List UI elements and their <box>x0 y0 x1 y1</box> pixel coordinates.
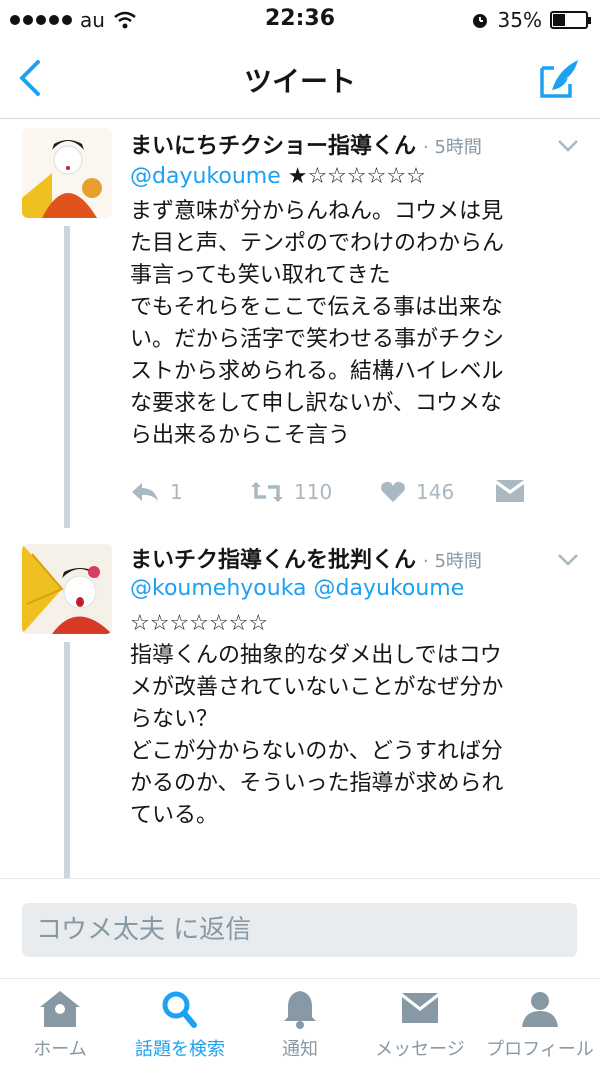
star-rating: ☆☆☆☆☆☆☆ <box>130 611 269 636</box>
page-title: ツイート <box>243 65 356 98</box>
chevron-down-icon[interactable] <box>556 552 580 568</box>
tab-label: 通知 <box>282 1039 318 1060</box>
search-icon <box>162 991 197 1028</box>
retweet-icon <box>251 482 283 502</box>
tab-search[interactable]: 話題を検索 <box>120 989 240 1061</box>
battery-icon <box>550 11 591 29</box>
reply-input[interactable]: コウメ太夫 に返信 <box>22 903 577 957</box>
reply-icon <box>132 483 158 501</box>
tab-label: プロフィール <box>486 1039 594 1060</box>
chevron-down-icon[interactable] <box>556 138 580 154</box>
envelope-icon <box>496 480 524 502</box>
tab-label: 話題を検索 <box>135 1039 225 1060</box>
timestamp: · 5時間 <box>423 137 482 158</box>
display-name[interactable]: まいチク指導くんを批判くん <box>130 548 416 573</box>
tweet-text: まず意味が分からんねん。コウメは見 た目と声、テンポのでわけのわからん 事言って… <box>130 199 505 448</box>
like-button[interactable]: 146 <box>380 480 454 504</box>
bell-icon <box>284 991 316 1029</box>
home-icon <box>40 991 80 1027</box>
battery-percentage: 35% <box>497 8 542 32</box>
tweet[interactable]: まいにちチクショー指導くん · 5時間 @dayukoume ★☆☆☆☆☆☆ ま… <box>0 118 600 528</box>
tweet-header: まいチク指導くんを批判くん · 5時間 <box>130 542 482 574</box>
display-name[interactable]: まいにちチクショー指導くん <box>130 134 416 159</box>
handle-link[interactable]: @dayukoume <box>130 164 281 189</box>
avatar[interactable] <box>22 544 112 634</box>
handle-link[interactable]: @koumehyouka <box>130 576 307 601</box>
compose-tweet-icon[interactable] <box>538 56 582 100</box>
star-rating: ★☆☆☆☆☆☆ <box>287 164 426 189</box>
thread-line <box>64 642 70 878</box>
person-icon <box>522 992 558 1027</box>
tweet[interactable]: まいチク指導くんを批判くん · 5時間 @koumehyouka @dayuko… <box>0 528 600 878</box>
heart-icon <box>381 481 405 502</box>
reply-count: 1 <box>170 480 183 504</box>
like-count: 146 <box>416 480 455 504</box>
tab-bar: ホーム 話題を検索 通知 メッセージ プロフィール <box>0 978 600 1066</box>
direct-message-button[interactable] <box>496 480 524 502</box>
timestamp: · 5時間 <box>423 551 482 572</box>
tab-label: ホーム <box>33 1039 87 1060</box>
reply-bar: コウメ太夫 に返信 <box>0 878 600 979</box>
envelope-icon <box>402 993 438 1023</box>
thread-line <box>64 226 70 528</box>
retweet-count: 110 <box>294 480 333 504</box>
navigation-bar: ツイート <box>0 40 600 119</box>
tab-messages[interactable]: メッセージ <box>360 989 480 1061</box>
tweet-text: 指導くんの抽象的なダメ出しではコウ メが改善されていないことがなぜ分か らない？… <box>130 643 504 828</box>
mention-link[interactable]: @dayukoume <box>314 576 465 601</box>
retweet-button[interactable]: 110 <box>250 480 332 504</box>
avatar[interactable] <box>22 128 112 218</box>
handle-line: @koumehyouka @dayukoume <box>130 576 464 601</box>
tweet-header: まいにちチクショー指導くん · 5時間 <box>130 128 482 160</box>
handle-line: @dayukoume ★☆☆☆☆☆☆ <box>130 164 426 189</box>
reply-button[interactable]: 1 <box>130 480 183 504</box>
tab-home[interactable]: ホーム <box>0 989 120 1061</box>
tweet-actions: 1 110 146 <box>130 480 570 510</box>
tab-notifications[interactable]: 通知 <box>240 989 360 1061</box>
status-bar: au 22:36 35% <box>0 0 600 40</box>
tab-profile[interactable]: プロフィール <box>480 989 600 1061</box>
alarm-icon <box>472 14 487 28</box>
tab-label: メッセージ <box>375 1039 465 1060</box>
